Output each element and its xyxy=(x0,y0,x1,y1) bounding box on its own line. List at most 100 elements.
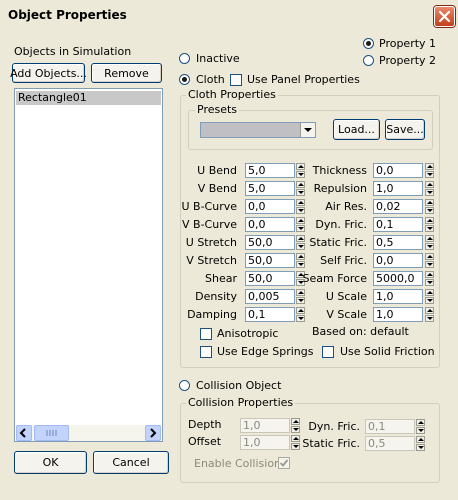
collision-properties-title: Collision Properties xyxy=(186,396,296,409)
depth-field[interactable]: 1,0 xyxy=(240,418,290,433)
objects-list[interactable]: Rectangle01 xyxy=(14,88,163,442)
close-icon xyxy=(439,11,450,22)
shear-field[interactable]: 50,0 xyxy=(245,271,295,286)
scroll-left-button[interactable] xyxy=(16,425,32,441)
seam-force-field[interactable]: 5000,0 xyxy=(373,271,423,286)
use-panel-properties-checkbox[interactable] xyxy=(230,74,242,86)
scroll-thumb[interactable] xyxy=(34,425,69,441)
property2-label: Property 2 xyxy=(379,54,437,67)
u-bend-label: U Bend xyxy=(197,164,237,177)
ok-button[interactable]: OK xyxy=(14,451,87,474)
collision-object-radio[interactable] xyxy=(179,380,190,391)
property2-radio[interactable] xyxy=(363,55,374,66)
inactive-radio[interactable] xyxy=(179,53,190,64)
v-stretch-field[interactable]: 50,0 xyxy=(245,253,295,268)
property1-radio[interactable] xyxy=(363,38,374,49)
use-solid-friction-checkbox[interactable] xyxy=(322,346,334,358)
presets-title: Presets xyxy=(195,103,240,116)
offset-label: Offset xyxy=(188,435,222,448)
use-panel-properties-label: Use Panel Properties xyxy=(247,73,360,86)
enable-collisions-checkbox[interactable] xyxy=(278,457,290,469)
collision-static-fric-label: Static Fric. xyxy=(302,437,360,450)
u-bend-field[interactable]: 5,0 xyxy=(245,163,295,178)
collision-static-fric-spinner[interactable] xyxy=(416,436,425,451)
cloth-radio[interactable] xyxy=(179,74,190,85)
self-fric-label: Self Fric. xyxy=(320,254,367,267)
repulsion-spinner[interactable] xyxy=(425,181,434,196)
chevron-down-icon[interactable] xyxy=(300,123,315,137)
close-button[interactable] xyxy=(434,6,455,27)
offset-field[interactable]: 1,0 xyxy=(240,435,290,450)
anisotropic-checkbox[interactable] xyxy=(200,328,212,340)
load-preset-button[interactable]: Load... xyxy=(333,119,380,140)
air-res-label: Air Res. xyxy=(325,200,367,213)
thickness-label: Thickness xyxy=(312,164,367,177)
thickness-field[interactable]: 0,0 xyxy=(373,163,423,178)
collision-dyn-fric-spinner[interactable] xyxy=(416,419,425,434)
v-bend-field[interactable]: 5,0 xyxy=(245,181,295,196)
seam-force-label: Seam Force xyxy=(302,272,367,285)
u-stretch-field[interactable]: 50,0 xyxy=(245,235,295,250)
anisotropic-label: Anisotropic xyxy=(217,327,279,340)
u-b-curve-field[interactable]: 0,0 xyxy=(245,199,295,214)
air-res-spinner[interactable] xyxy=(425,199,434,214)
checkmark-icon xyxy=(279,459,289,467)
collision-dyn-fric-field[interactable]: 0,1 xyxy=(365,419,415,434)
air-res-field[interactable]: 0,02 xyxy=(373,199,423,214)
density-label: Density xyxy=(195,290,237,303)
self-fric-field[interactable]: 0,0 xyxy=(373,253,423,268)
use-edge-springs-checkbox[interactable] xyxy=(200,346,212,358)
objects-heading: Objects in Simulation xyxy=(14,45,132,58)
damping-label: Damping xyxy=(187,308,237,321)
cloth-label: Cloth xyxy=(196,73,225,86)
u-scale-spinner[interactable] xyxy=(425,289,434,304)
scroll-right-button[interactable] xyxy=(145,425,161,441)
cancel-button[interactable]: Cancel xyxy=(93,451,169,474)
enable-collisions-label: Enable Collisions xyxy=(194,457,287,470)
repulsion-field[interactable]: 1,0 xyxy=(373,181,423,196)
remove-button[interactable]: Remove xyxy=(91,63,162,83)
save-preset-button[interactable]: Save... xyxy=(385,119,425,140)
v-scale-label: V Scale xyxy=(326,308,367,321)
offset-spinner[interactable] xyxy=(291,435,300,450)
v-b-curve-label: V B-Curve xyxy=(182,218,237,231)
cloth-properties-title: Cloth Properties xyxy=(186,88,278,101)
shear-label: Shear xyxy=(205,272,237,285)
thickness-spinner[interactable] xyxy=(425,163,434,178)
chevron-left-icon xyxy=(19,428,26,438)
dyn-fric-label: Dyn. Fric. xyxy=(315,218,367,231)
dyn-fric-spinner[interactable] xyxy=(425,217,434,232)
v-bend-label: V Bend xyxy=(197,182,237,195)
static-fric-field[interactable]: 0,5 xyxy=(373,235,423,250)
u-b-curve-label: U B-Curve xyxy=(181,200,237,213)
collision-static-fric-field[interactable]: 0,5 xyxy=(365,436,415,451)
use-solid-friction-label: Use Solid Friction xyxy=(340,345,435,358)
title-bar: Object Properties xyxy=(0,0,458,30)
depth-spinner[interactable] xyxy=(291,418,300,433)
presets-dropdown[interactable] xyxy=(200,122,316,138)
self-fric-spinner[interactable] xyxy=(425,253,434,268)
add-objects-button[interactable]: Add Objects... xyxy=(10,63,87,83)
u-scale-field[interactable]: 1,0 xyxy=(373,289,423,304)
seam-force-spinner[interactable] xyxy=(425,271,434,286)
damping-field[interactable]: 0,1 xyxy=(245,307,295,322)
u-stretch-label: U Stretch xyxy=(185,236,237,249)
property1-label: Property 1 xyxy=(379,37,437,50)
repulsion-label: Repulsion xyxy=(313,182,367,195)
v-scale-spinner[interactable] xyxy=(425,307,434,322)
static-fric-spinner[interactable] xyxy=(425,235,434,250)
u-scale-label: U Scale xyxy=(325,290,367,303)
density-field[interactable]: 0,005 xyxy=(245,289,295,304)
static-fric-label: Static Fric. xyxy=(309,236,367,249)
collision-dyn-fric-label: Dyn. Fric. xyxy=(308,420,360,433)
list-item-rectangle01[interactable]: Rectangle01 xyxy=(16,91,161,105)
v-scale-field[interactable]: 1,0 xyxy=(373,307,423,322)
depth-label: Depth xyxy=(188,418,222,431)
use-edge-springs-label: Use Edge Springs xyxy=(217,345,314,358)
list-horizontal-scrollbar[interactable] xyxy=(16,425,161,441)
chevron-right-icon xyxy=(150,428,157,438)
inactive-label: Inactive xyxy=(196,52,240,65)
dyn-fric-field[interactable]: 0,1 xyxy=(373,217,423,232)
v-b-curve-field[interactable]: 0,0 xyxy=(245,217,295,232)
collision-object-label: Collision Object xyxy=(196,379,282,392)
